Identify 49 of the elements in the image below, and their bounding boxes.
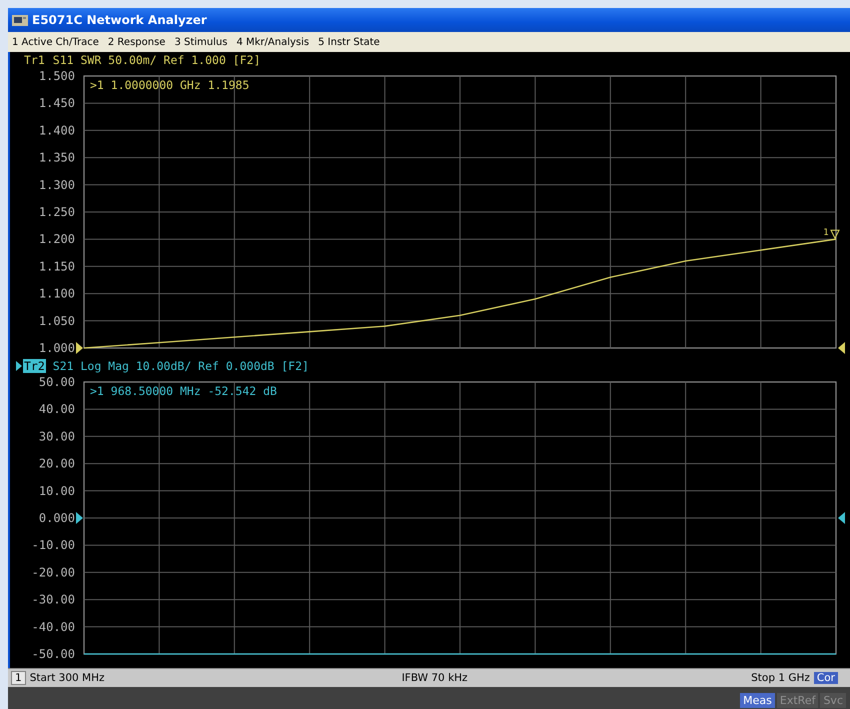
y-tick-label: 0.000	[38, 511, 75, 525]
reference-level-icon	[838, 342, 845, 354]
y-tick-label: 1.100	[38, 286, 75, 301]
y-tick-label: 1.350	[38, 150, 75, 165]
y-tick-label: 1.500	[38, 69, 75, 83]
status-indicator: Svc	[820, 693, 846, 708]
menu-item[interactable]: 3 Stimulus	[174, 36, 228, 48]
reference-level-icon	[838, 512, 845, 524]
y-tick-label: 1.400	[38, 123, 75, 138]
menu-item[interactable]: 1 Active Ch/Trace	[12, 36, 99, 48]
status-indicator: Meas	[740, 693, 775, 708]
channel-number: 1	[11, 671, 26, 685]
start-frequency: Start 300 MHz	[30, 672, 106, 684]
y-tick-label: 1.250	[38, 205, 75, 219]
trace-settings: S21 Log Mag 10.00dB/ Ref 0.000dB [F2]	[52, 359, 309, 373]
marker-label: 1	[823, 228, 829, 238]
stop-frequency: Stop 1 GHz	[751, 672, 810, 684]
y-tick-label: 20.00	[38, 456, 75, 471]
y-tick-label: -30.00	[32, 592, 75, 607]
y-tick-label: 1.050	[38, 314, 75, 328]
reference-level-icon	[76, 512, 83, 524]
y-tick-label: 1.300	[38, 178, 75, 192]
active-trace-arrow-icon	[16, 361, 22, 371]
trace-settings: S11 SWR 50.00m/ Ref 1.000 [F2]	[52, 53, 260, 67]
menu-item[interactable]: 2 Response	[108, 36, 166, 48]
y-tick-label: -10.00	[32, 538, 75, 552]
marker-icon	[830, 230, 840, 240]
y-tick-label: 10.00	[38, 484, 75, 498]
y-tick-label: 30.00	[38, 429, 75, 444]
marker-readout: >1 1.0000000 GHz 1.1985	[90, 78, 250, 92]
marker-readout: >1 968.50000 MHz -52.542 dB	[90, 384, 277, 398]
y-tick-label: 1.450	[38, 96, 75, 110]
y-tick-label: -20.00	[32, 565, 75, 580]
y-tick-label: 1.150	[38, 259, 75, 274]
trace-tab[interactable]: Tr1	[23, 53, 46, 67]
app-icon	[12, 14, 28, 26]
status-indicator: ExtRef	[776, 693, 818, 708]
correction-indicator: Cor	[814, 672, 838, 684]
y-tick-label: 40.00	[38, 402, 75, 416]
if-bandwidth: IFBW 70 kHz	[402, 672, 469, 684]
y-tick-label: 50.00	[38, 375, 75, 389]
y-tick-label: -40.00	[32, 620, 75, 634]
menu-item[interactable]: 5 Instr State	[318, 36, 380, 48]
y-tick-label: 1.000	[38, 341, 75, 355]
y-tick-label: -50.00	[32, 647, 75, 661]
y-tick-label: 1.200	[38, 232, 75, 246]
menu-item[interactable]: 4 Mkr/Analysis	[236, 36, 310, 48]
reference-level-icon	[76, 342, 83, 354]
window-title: E5071C Network Analyzer	[32, 13, 207, 27]
